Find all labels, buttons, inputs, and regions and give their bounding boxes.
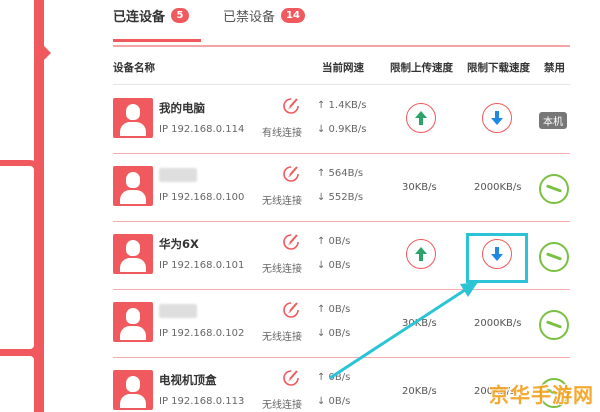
watermark: 京华手游网 — [489, 383, 594, 407]
annotation-arrow — [329, 282, 478, 380]
